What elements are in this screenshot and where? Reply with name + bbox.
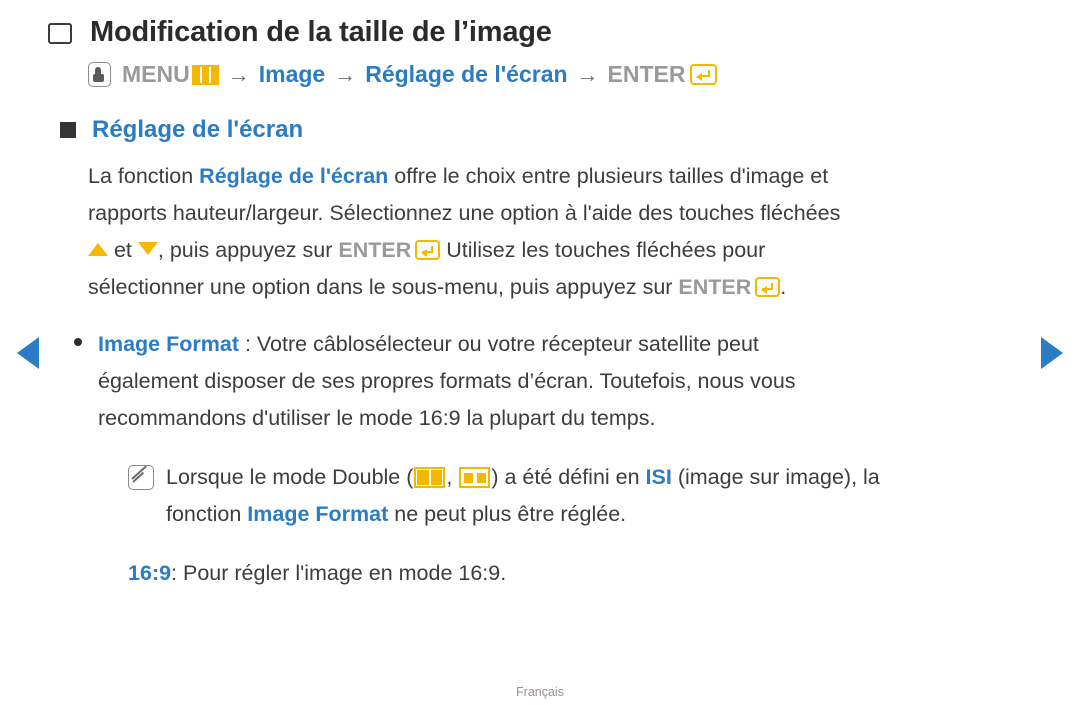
section-heading: Réglage de l'écran	[92, 116, 304, 143]
menu-path-arrow-3: →	[576, 61, 599, 87]
sub-entry-16-9: 16:9: Pour régler l'image en mode 16:9.	[0, 533, 1080, 592]
menu-path-step-screen-adjust: Réglage de l'écran	[365, 61, 568, 87]
menu-grid-icon	[191, 64, 219, 85]
paragraph-line4-enter-label: ENTER	[678, 275, 752, 299]
menu-path-enter-label: ENTER	[607, 61, 686, 87]
bullet-line-1: Image Format : Votre câblosélecteur ou v…	[98, 326, 1018, 363]
note-line-1: Lorsque le mode Double (, ) a été défini…	[128, 459, 1028, 496]
note-line1-part-b: ,	[446, 465, 459, 489]
section-heading-row: Réglage de l'écran	[0, 88, 1080, 144]
enter-key-icon	[755, 277, 781, 297]
paragraph-line4-part-c: .	[780, 275, 787, 299]
paragraph-line-2: rapports hauteur/largeur. Sélectionnez u…	[88, 201, 841, 225]
menu-path-breadcrumb: MENU → Image → Réglage de l'écran → ENTE…	[0, 49, 1080, 88]
paragraph-line1-part-c: offre le choix entre plusieurs tailles d…	[388, 164, 829, 188]
paragraph-line3-part-a: et	[108, 238, 138, 262]
enter-key-icon	[415, 240, 441, 260]
sub-entry-term: 16:9	[128, 561, 172, 585]
paragraph-line4-part-a: sélectionner une option dans le sous-men…	[88, 275, 679, 299]
paragraph-line-4: sélectionner une option dans le sous-men…	[88, 269, 1018, 306]
menu-path-arrow-1: →	[227, 61, 250, 87]
note-line-2: fonction Image Format ne peut plus être …	[128, 496, 1028, 533]
note-line2-part-c: ne peut plus être réglée.	[388, 502, 627, 526]
section-paragraph: La fonction Réglage de l'écran offre le …	[0, 144, 1018, 306]
paragraph-line1-part-a: La fonction	[88, 164, 200, 188]
double-mode-full-icon	[414, 467, 446, 488]
hand-pointer-icon	[88, 62, 111, 87]
bullet-line-3: recommandons d'utiliser le mode 16:9 la …	[98, 406, 656, 430]
note-pencil-icon	[128, 465, 154, 490]
bullet-term: Image Format	[98, 332, 239, 356]
bullet-item: Image Format : Votre câblosélecteur ou v…	[0, 306, 1018, 437]
note-line1-part-c: ) a été défini en	[491, 465, 646, 489]
arrow-up-icon	[88, 243, 108, 256]
menu-path-step-image: Image	[258, 61, 326, 87]
note-line1-part-a: Lorsque le mode Double (	[166, 465, 414, 489]
enter-key-icon	[689, 64, 717, 85]
previous-page-arrow[interactable]	[17, 337, 39, 369]
note-image-format-term: Image Format	[247, 502, 389, 526]
next-page-arrow[interactable]	[1041, 337, 1063, 369]
paragraph-line3-part-d: Utilisez les touches fléchées pour	[440, 238, 766, 262]
note-isi-term: ISI	[645, 465, 672, 489]
paragraph-line3-part-b: , puis appuyez sur	[157, 238, 339, 262]
note-block: Lorsque le mode Double (, ) a été défini…	[0, 437, 1028, 533]
section-square-bullet-icon	[60, 122, 76, 138]
note-line2-part-a: fonction	[166, 502, 248, 526]
paragraph-line-1: La fonction Réglage de l'écran offre le …	[88, 158, 1018, 195]
bullet-line-2: également disposer de ses propres format…	[98, 369, 796, 393]
double-mode-split-icon	[459, 467, 491, 488]
bullet-line1-rest: : Votre câblosélecteur ou votre récepteu…	[238, 332, 759, 356]
menu-path-menu-label: MENU	[122, 61, 190, 87]
paragraph-line3-enter-label: ENTER	[338, 238, 412, 262]
paragraph-line1-term: Réglage de l'écran	[199, 164, 389, 188]
menu-path-arrow-2: →	[334, 61, 357, 87]
title-bullet-icon	[48, 23, 72, 44]
sub-entry-text: : Pour régler l'image en mode 16:9.	[171, 561, 507, 585]
paragraph-line-3: et , puis appuyez sur ENTER Utilisez les…	[88, 232, 1018, 269]
round-bullet-icon	[74, 338, 82, 346]
footer-language-label: Français	[516, 685, 564, 699]
arrow-down-icon	[137, 242, 158, 255]
page-title: Modification de la taille de l’image	[90, 16, 552, 48]
note-line1-part-d: (image sur image), la	[671, 465, 880, 489]
page-title-row: Modification de la taille de l’image	[0, 0, 1080, 49]
